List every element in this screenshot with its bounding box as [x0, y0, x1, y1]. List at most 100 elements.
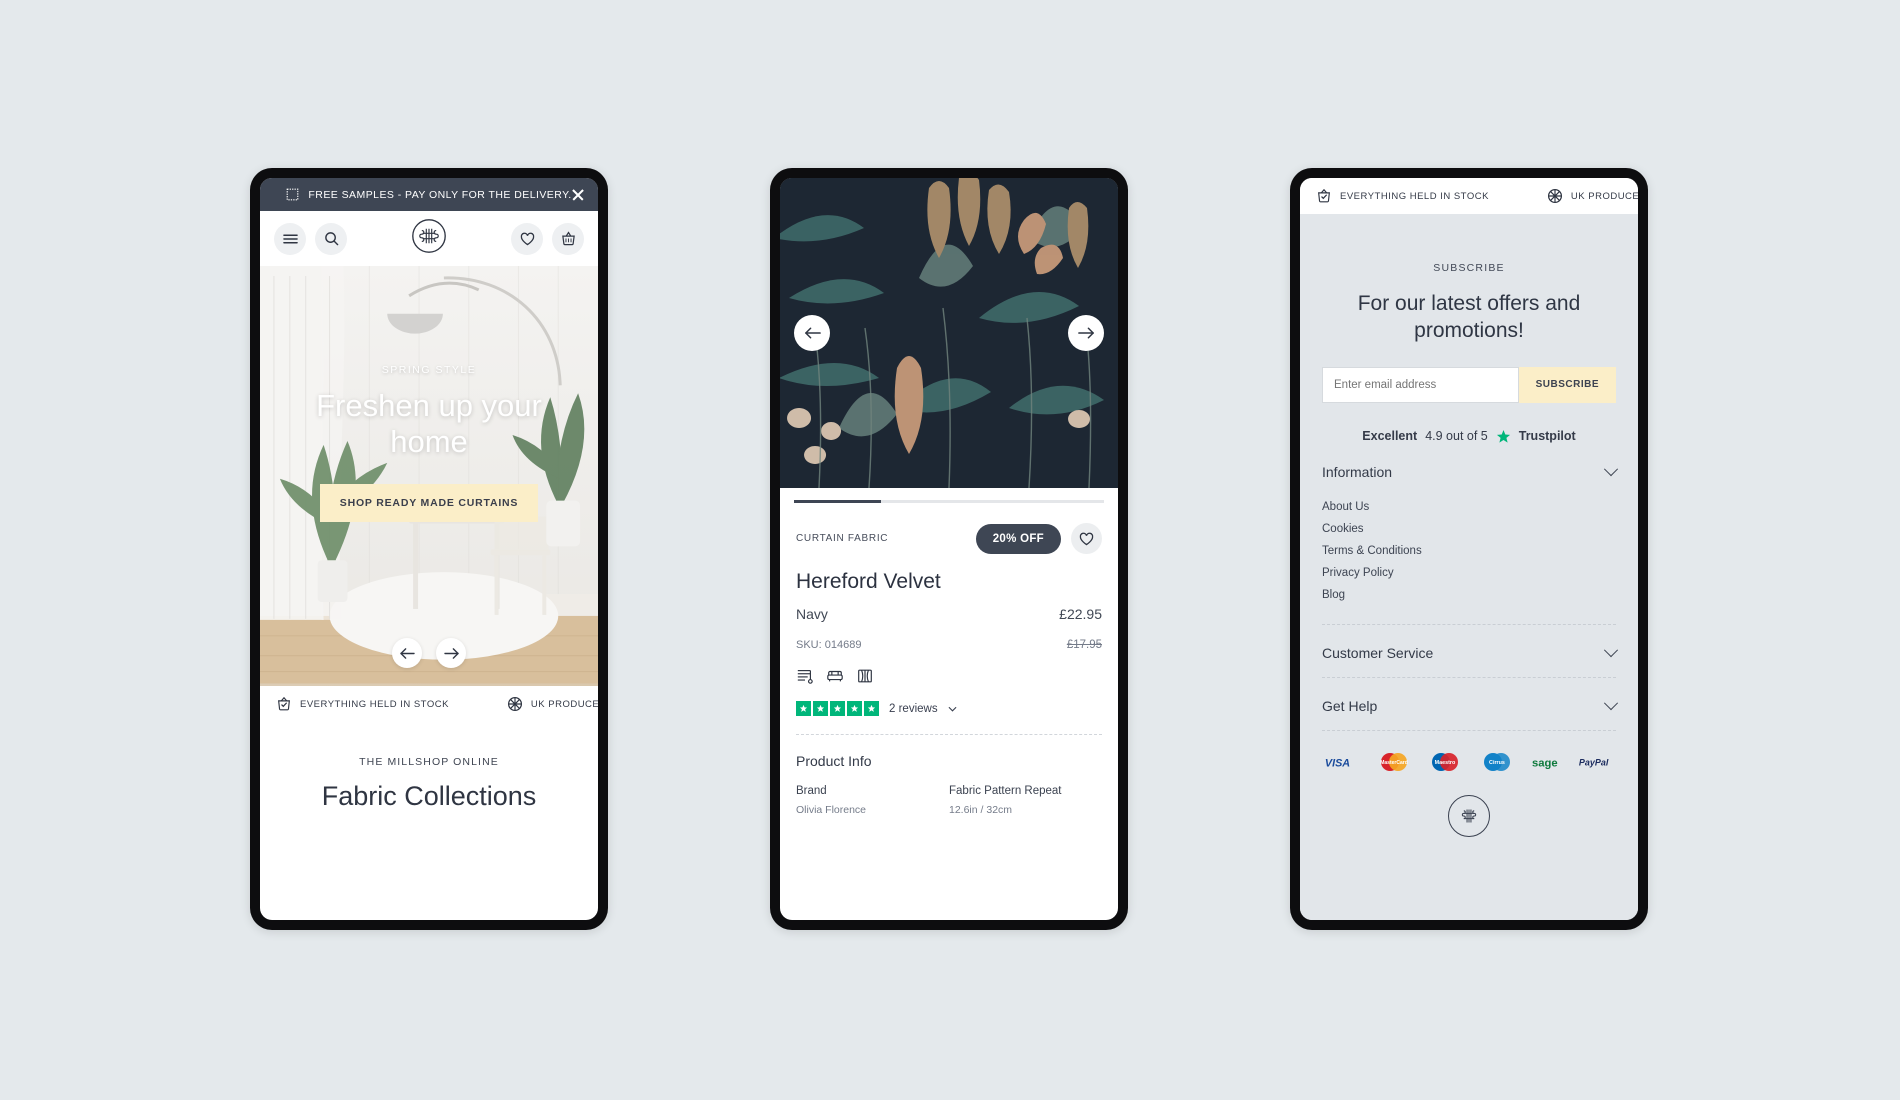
trust-item-label: UK PRODUCED PR [1570, 190, 1638, 202]
trustpilot-score: 4.9 out of 5 [1425, 429, 1488, 444]
subscribe-heading: For our latest offers and promotions! [1357, 292, 1581, 343]
promo-banner: FREE SAMPLES - PAY ONLY FOR THE DELIVERY… [260, 178, 598, 211]
subscribe-form: SUBSCRIBE [1322, 366, 1616, 403]
star-icon [864, 701, 879, 716]
subscribe-button[interactable]: SUBSCRIBE [1518, 366, 1616, 403]
accordion-get-help[interactable]: Get Help [1322, 678, 1619, 730]
product-was-price: £17.95 [1066, 639, 1102, 651]
footer-link[interactable]: Privacy Policy [1322, 562, 1616, 584]
chevron-down-icon[interactable] [1603, 461, 1619, 476]
upholstery-sofa-icon [826, 667, 844, 685]
svg-text:Cirrus: Cirrus [1489, 760, 1505, 766]
svg-text:sage: sage [1532, 757, 1558, 768]
footer-link[interactable]: Cookies [1322, 518, 1616, 540]
product-category-label: CURTAIN FABRIC [796, 533, 889, 544]
sage-icon: sage [1531, 753, 1561, 771]
trust-item: UK PRODUCED PR [507, 696, 598, 712]
phone-screen-home: FREE SAMPLES - PAY ONLY FOR THE DELIVERY… [260, 178, 598, 920]
stock-basket-check-icon [276, 696, 292, 712]
hero-carousel-controls [392, 638, 466, 668]
trust-item-label: UK PRODUCED PR [530, 698, 598, 710]
visa-icon: VISA [1324, 753, 1360, 771]
hamburger-menu-icon[interactable] [274, 222, 306, 255]
arrow-left-icon[interactable] [794, 315, 830, 351]
product-details: CURTAIN FABRIC 20% OFF Hereford Velvet N… [780, 503, 1118, 816]
trustpilot-stars [796, 701, 879, 716]
phone-mockup-product: CURTAIN FABRIC 20% OFF Hereford Velvet N… [770, 168, 1128, 930]
email-input[interactable] [1322, 366, 1519, 403]
top-navigation-bar [260, 211, 598, 266]
footer-link[interactable]: Terms & Conditions [1322, 540, 1616, 562]
paypal-icon: PayPal [1578, 753, 1614, 771]
collections-title: Fabric Collections [321, 781, 537, 811]
footer-logo[interactable] [1300, 771, 1638, 837]
trustpilot-rating[interactable]: Excellent 4.9 out of 5 Trustpilot [1322, 429, 1616, 444]
fabric-collections-section: THE MILLSHOP ONLINE Fabric Collections [260, 722, 598, 812]
hero-title: Freshen up your home [316, 388, 542, 459]
spec-key: Brand [796, 785, 827, 797]
product-image-carousel [780, 178, 1118, 488]
screenshot-canvas: FREE SAMPLES - PAY ONLY FOR THE DELIVERY… [0, 0, 1900, 1100]
product-price: £22.95 [1059, 606, 1102, 622]
millshop-monogram-icon[interactable] [411, 218, 447, 259]
carousel-progress-bar[interactable] [794, 500, 1104, 503]
spec-key: Fabric Pattern Repeat [949, 785, 1062, 797]
blinds-icon [796, 667, 814, 685]
trust-item-label: EVERYTHING HELD IN STOCK [1340, 190, 1489, 202]
accordion-information[interactable]: Information About Us Cookies Terms & Con… [1322, 444, 1619, 624]
accordion-title: Customer Service [1322, 644, 1434, 661]
promo-banner-text: FREE SAMPLES - PAY ONLY FOR THE DELIVERY… [308, 188, 572, 201]
trust-item-label: EVERYTHING HELD IN STOCK [300, 698, 449, 710]
accordion-customer-service[interactable]: Customer Service [1322, 625, 1619, 677]
spec-cell: Brand Olivia Florence [796, 785, 949, 816]
search-icon[interactable] [315, 222, 347, 255]
svg-text:PayPal: PayPal [1579, 757, 1609, 767]
payment-methods: VISA MasterCard Maestro Cirrus sage PayP… [1300, 731, 1638, 771]
star-icon [830, 701, 845, 716]
chevron-down-icon[interactable] [1603, 695, 1619, 710]
product-reviews-row[interactable]: 2 reviews [796, 701, 1102, 716]
spec-value: Olivia Florence [796, 804, 867, 816]
heart-icon[interactable] [1071, 523, 1102, 554]
phone-screen-footer: EVERYTHING HELD IN STOCK UK PRODUCED PR … [1300, 178, 1638, 920]
trustpilot-verdict: Excellent [1362, 429, 1418, 444]
trustpilot-label: Trustpilot [1518, 429, 1576, 444]
trust-bar: EVERYTHING HELD IN STOCK UK PRODUCED PR [260, 686, 598, 722]
product-spec-table: Brand Olivia Florence Fabric Pattern Rep… [796, 785, 1102, 816]
chevron-down-icon[interactable] [948, 706, 957, 712]
product-title: Hereford Velvet [796, 570, 941, 593]
footer-link[interactable]: About Us [1322, 496, 1616, 518]
footer-link[interactable]: Blog [1322, 584, 1616, 606]
basket-icon[interactable] [552, 222, 584, 255]
footer-accordions: Information About Us Cookies Terms & Con… [1322, 444, 1619, 731]
discount-badge: 20% OFF [975, 523, 1061, 554]
spec-value: 12.6in / 32cm [949, 804, 1013, 816]
arrow-left-icon[interactable] [392, 638, 422, 668]
subscribe-kicker: SUBSCRIBE [1433, 262, 1505, 274]
reviews-count-label: 2 reviews [889, 702, 938, 715]
product-sku: SKU: 014689 [796, 639, 862, 651]
star-icon [1496, 429, 1511, 444]
heart-icon[interactable] [511, 222, 543, 255]
maestro-icon: Maestro [1428, 752, 1462, 771]
arrow-right-icon[interactable] [436, 638, 466, 668]
svg-text:Maestro: Maestro [1435, 760, 1456, 766]
hero-text-overlay: SPRING STYLE Freshen up your home SHOP R… [260, 266, 598, 686]
subscribe-section: SUBSCRIBE For our latest offers and prom… [1300, 214, 1638, 444]
trust-item: EVERYTHING HELD IN STOCK [1316, 188, 1489, 204]
mastercard-icon: MasterCard [1377, 752, 1411, 771]
shop-ready-made-curtains-button[interactable]: SHOP READY MADE CURTAINS [319, 483, 539, 522]
arrow-right-icon[interactable] [1068, 315, 1104, 351]
spec-cell: Fabric Pattern Repeat 12.6in / 32cm [949, 785, 1102, 816]
chevron-down-icon[interactable] [1603, 642, 1619, 657]
star-icon [813, 701, 828, 716]
close-icon[interactable] [570, 187, 586, 203]
stock-basket-check-icon [1316, 188, 1332, 204]
product-colour: Navy [796, 606, 828, 622]
millshop-monogram-icon[interactable] [1448, 794, 1490, 837]
accordion-title: Get Help [1322, 697, 1378, 714]
svg-text:MasterCard: MasterCard [1380, 760, 1408, 766]
uk-globe-icon [507, 696, 523, 712]
star-icon [796, 701, 811, 716]
trust-bar: EVERYTHING HELD IN STOCK UK PRODUCED PR [1300, 178, 1638, 214]
